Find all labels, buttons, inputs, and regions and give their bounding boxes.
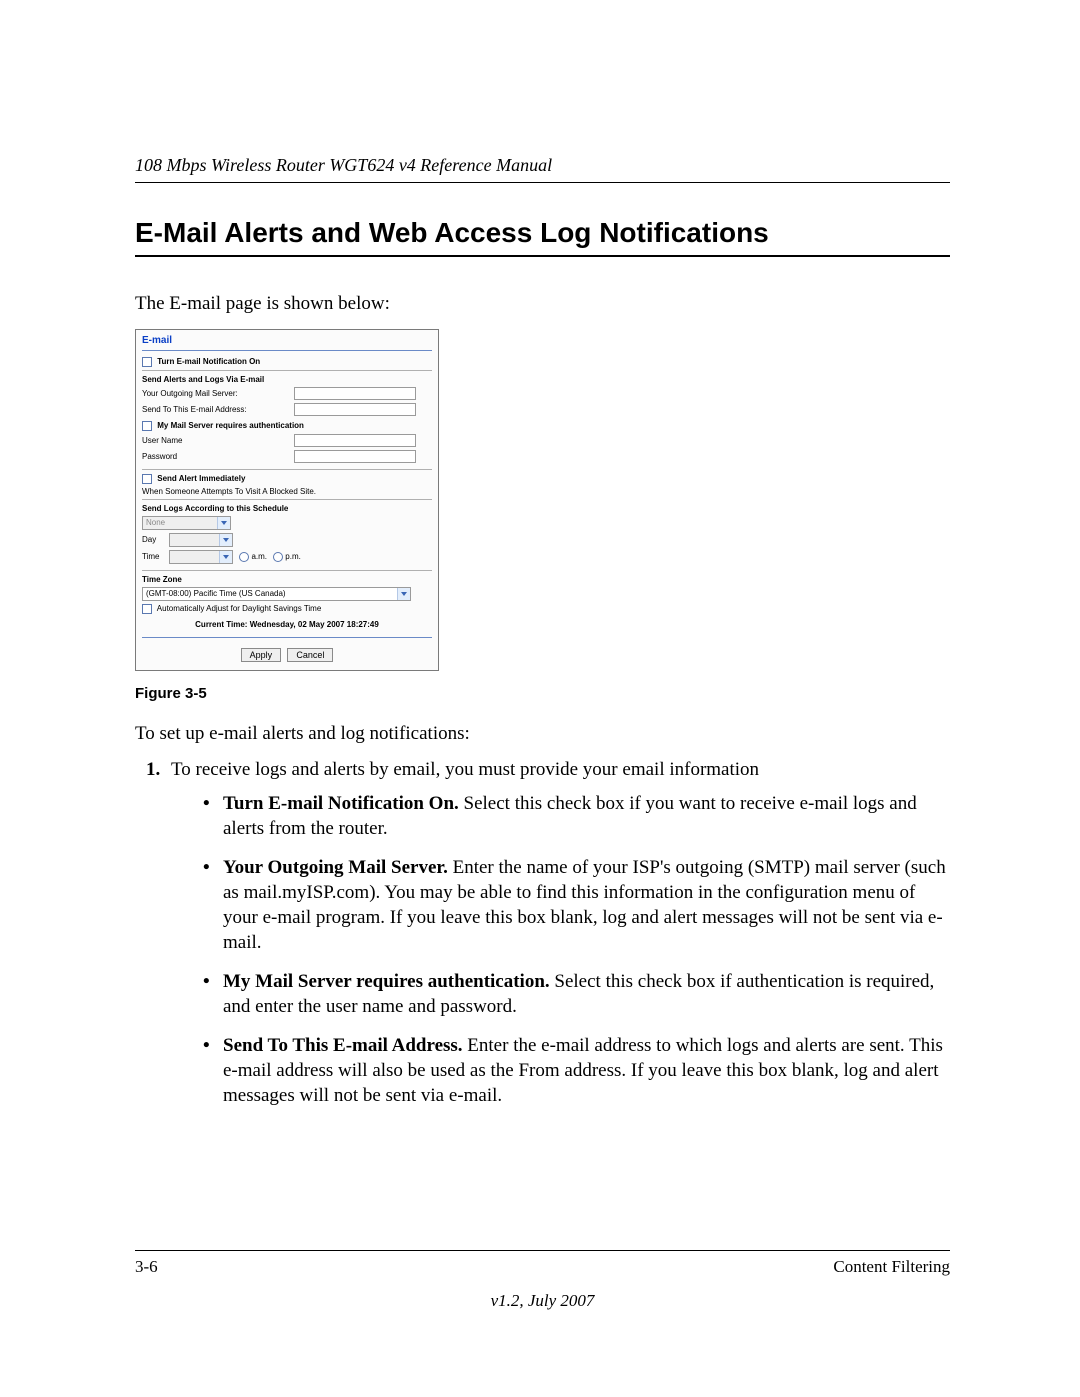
step-1: To receive logs and alerts by email, you… — [165, 759, 950, 1109]
bullet-auth: My Mail Server requires authentication. … — [203, 969, 950, 1019]
bullet-turn-on: Turn E-mail Notification On. Select this… — [203, 791, 950, 841]
current-time-label: Current Time: — [195, 620, 247, 629]
auth-label: My Mail Server requires authentication — [157, 421, 304, 430]
alert-immediate-subtext: When Someone Attempts To Visit A Blocked… — [142, 487, 432, 496]
sendto-input[interactable] — [294, 403, 416, 416]
username-label: User Name — [142, 436, 292, 445]
page-footer: 3-6 Content Filtering v1.2, July 2007 — [135, 1250, 950, 1311]
day-select[interactable] — [169, 533, 233, 547]
cancel-button[interactable]: Cancel — [287, 648, 333, 662]
current-time-value: Wednesday, 02 May 2007 18:27:49 — [250, 620, 379, 629]
panel-title: E-mail — [142, 335, 432, 346]
instructions-lead: To set up e-mail alerts and log notifica… — [135, 722, 950, 747]
day-label: Day — [142, 535, 167, 544]
alert-immediate-checkbox[interactable] — [142, 474, 152, 484]
email-config-screenshot: E-mail Turn E-mail Notification On Send … — [135, 329, 439, 671]
schedule-header: Send Logs According to this Schedule — [142, 504, 432, 513]
page-number: 3-6 — [135, 1257, 158, 1277]
figure-caption: Figure 3-5 — [135, 685, 950, 702]
am-label: a.m. — [251, 552, 267, 561]
timezone-header: Time Zone — [142, 575, 432, 584]
running-header: 108 Mbps Wireless Router WGT624 v4 Refer… — [135, 155, 950, 183]
time-select[interactable] — [169, 550, 233, 564]
password-label: Password — [142, 452, 292, 461]
username-input[interactable] — [294, 434, 416, 447]
dst-label: Automatically Adjust for Daylight Saving… — [157, 604, 322, 613]
pm-label: p.m. — [285, 552, 301, 561]
alert-immediate-label: Send Alert Immediately — [157, 474, 245, 483]
sendto-label: Send To This E-mail Address: — [142, 405, 292, 414]
schedule-select[interactable]: None — [142, 516, 231, 530]
am-radio[interactable] — [239, 552, 249, 562]
turn-email-on-label: Turn E-mail Notification On — [157, 357, 260, 366]
apply-button[interactable]: Apply — [241, 648, 282, 662]
outgoing-server-input[interactable] — [294, 387, 416, 400]
version-line: v1.2, July 2007 — [135, 1291, 950, 1311]
send-alerts-header: Send Alerts and Logs Via E-mail — [142, 375, 432, 384]
password-input[interactable] — [294, 450, 416, 463]
timezone-select[interactable]: (GMT-08:00) Pacific Time (US Canada) — [142, 587, 411, 601]
pm-radio[interactable] — [273, 552, 283, 562]
turn-email-on-checkbox[interactable] — [142, 357, 152, 367]
dst-checkbox[interactable] — [142, 604, 152, 614]
chapter-label: Content Filtering — [833, 1257, 950, 1277]
bullet-sendto: Send To This E-mail Address. Enter the e… — [203, 1033, 950, 1108]
section-title: E-Mail Alerts and Web Access Log Notific… — [135, 217, 950, 257]
intro-text: The E-mail page is shown below: — [135, 293, 950, 315]
bullet-outgoing-server: Your Outgoing Mail Server. Enter the nam… — [203, 855, 950, 955]
outgoing-server-label: Your Outgoing Mail Server: — [142, 389, 292, 398]
time-label: Time — [142, 552, 167, 561]
auth-checkbox[interactable] — [142, 421, 152, 431]
